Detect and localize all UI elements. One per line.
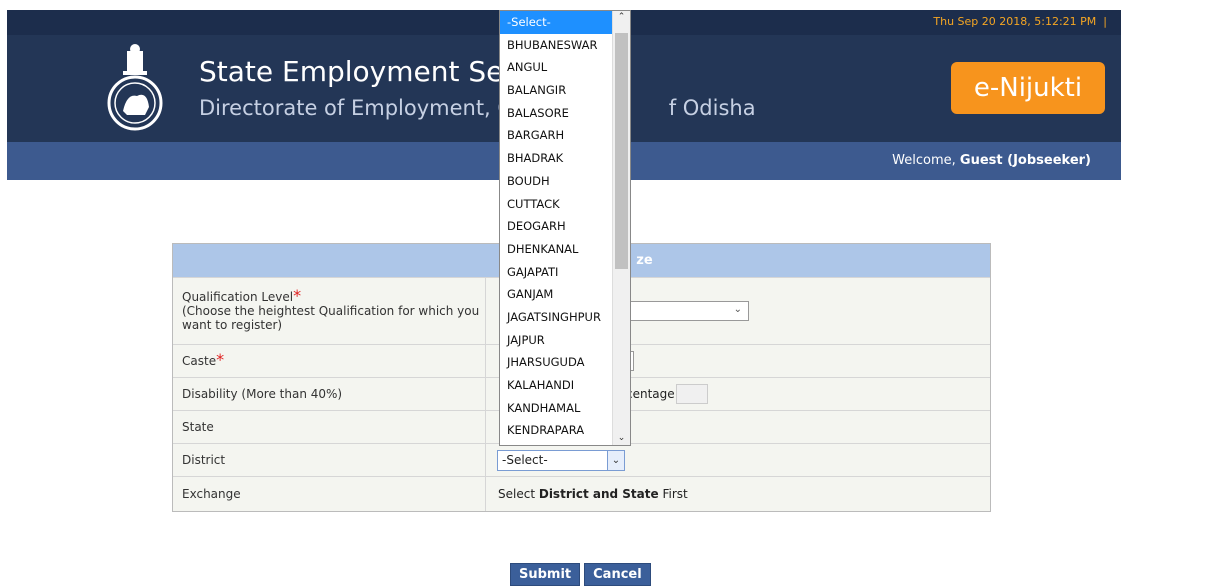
district-option[interactable]: JAGATSINGHPUR bbox=[500, 306, 612, 329]
district-option[interactable]: KANDHAMAL bbox=[500, 397, 612, 420]
disability-label: Disability (More than 40%) bbox=[182, 387, 343, 401]
required-mark: * bbox=[293, 286, 302, 305]
district-option[interactable]: KEONJHAR bbox=[500, 442, 612, 445]
district-option[interactable]: BOUDH bbox=[500, 170, 612, 193]
qualification-label: Qualification Level bbox=[182, 290, 294, 304]
scroll-thumb[interactable] bbox=[615, 33, 628, 269]
district-option[interactable]: -Select- bbox=[500, 11, 612, 34]
district-option[interactable]: KENDRAPARA bbox=[500, 419, 612, 442]
district-option[interactable]: DEOGARH bbox=[500, 215, 612, 238]
caste-label: Caste bbox=[182, 354, 217, 368]
welcome-user: Guest (Jobseeker) bbox=[959, 153, 1091, 168]
district-option[interactable]: JAJPUR bbox=[500, 329, 612, 352]
district-option[interactable]: BALANGIR bbox=[500, 79, 612, 102]
datetime: Thu Sep 20 2018, 5:12:21 PM | bbox=[933, 15, 1107, 28]
row-exchange: Exchange Select District and State First bbox=[173, 476, 990, 511]
district-option[interactable]: CUTTACK bbox=[500, 193, 612, 216]
site-subtitle: Directorate of Employment, Gf Odisha bbox=[199, 96, 756, 120]
scroll-down-icon[interactable]: ⌄ bbox=[613, 433, 630, 443]
district-option[interactable]: BARGARH bbox=[500, 124, 612, 147]
district-option[interactable]: BALASORE bbox=[500, 102, 612, 125]
welcome-text: Welcome, Guest (Jobseeker) bbox=[892, 153, 1091, 168]
percentage-label: centage bbox=[626, 387, 675, 401]
district-option[interactable]: GANJAM bbox=[500, 283, 612, 306]
state-label: State bbox=[182, 420, 214, 434]
row-district: District -Select- ⌄ bbox=[173, 443, 990, 476]
chevron-down-icon: ⌄ bbox=[733, 304, 742, 315]
district-option[interactable]: DHENKANAL bbox=[500, 238, 612, 261]
site-title: State Employment Ser bbox=[199, 55, 515, 88]
exchange-label: Exchange bbox=[182, 487, 241, 501]
district-option[interactable]: BHUBANESWAR bbox=[500, 34, 612, 57]
district-option[interactable]: KALAHANDI bbox=[500, 374, 612, 397]
district-option[interactable]: BHADRAK bbox=[500, 147, 612, 170]
district-option[interactable]: JHARSUGUDA bbox=[500, 351, 612, 374]
brand-logo: e-Nijukti bbox=[951, 62, 1105, 114]
scroll-up-icon[interactable]: ⌃ bbox=[613, 12, 630, 22]
district-option[interactable]: GAJAPATI bbox=[500, 261, 612, 284]
required-mark: * bbox=[216, 350, 225, 369]
qualification-hint: (Choose the heightest Qualification for … bbox=[182, 304, 480, 332]
district-dropdown-list[interactable]: -Select- BHUBANESWAR ANGUL BALANGIR BALASORE… bbox=[499, 10, 631, 446]
district-options: -Select- BHUBANESWAR ANGUL BALANGIR BALASORE… bbox=[500, 11, 630, 445]
dropdown-scrollbar[interactable]: ⌃ ⌄ bbox=[612, 11, 630, 445]
emblem-icon bbox=[105, 41, 165, 131]
percentage-input[interactable] bbox=[676, 384, 708, 404]
chevron-down-icon[interactable]: ⌄ bbox=[607, 451, 624, 470]
district-select[interactable]: -Select- ⌄ bbox=[497, 450, 625, 471]
exchange-message: Select District and State First bbox=[498, 487, 688, 501]
district-label: District bbox=[182, 453, 226, 467]
district-option[interactable]: ANGUL bbox=[500, 56, 612, 79]
